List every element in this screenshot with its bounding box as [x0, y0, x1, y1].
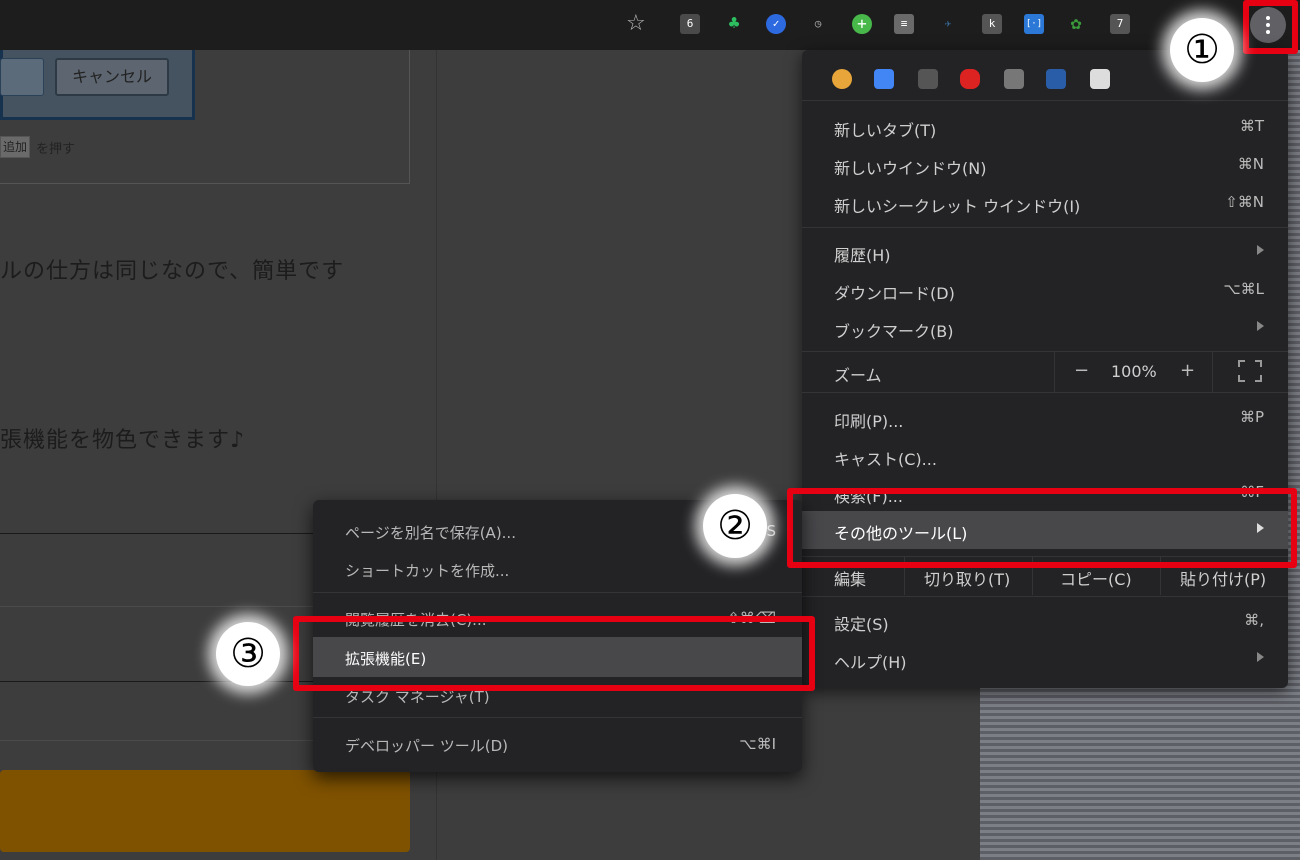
k-icon[interactable]: k: [982, 14, 1002, 34]
zoom-separator: [1212, 352, 1213, 392]
chart-icon[interactable]: [1004, 69, 1024, 89]
bookmark-star-icon[interactable]: ☆: [626, 12, 646, 36]
submenu-arrow-icon: [1257, 321, 1264, 331]
step-2-badge: ②: [703, 494, 767, 558]
submenu-separator: [313, 592, 802, 593]
play-icon[interactable]: [960, 69, 980, 89]
zoom-controls: ズーム − 100% +: [802, 352, 1288, 392]
menu-item-label: 印刷(P)...: [834, 412, 904, 431]
zoom-value: 100%: [1111, 362, 1157, 381]
menu-item-help[interactable]: ヘルプ(H): [802, 640, 1288, 678]
menu-item-cast[interactable]: キャスト(C)...: [802, 437, 1288, 475]
edit-label: 編集: [834, 570, 867, 589]
ext-6-icon[interactable]: 6: [680, 14, 700, 34]
submenu-separator: [313, 717, 802, 718]
step-3-badge: ③: [216, 622, 280, 686]
submenu-item-label: ページを別名で保存(A)...: [345, 524, 516, 542]
article-text-2: 張機能を物色できます♪: [0, 428, 246, 453]
menu-separator: [802, 596, 1288, 597]
menu-item-label: 新しいウインドウ(N): [834, 159, 987, 178]
add-chip: 追加: [0, 136, 30, 158]
menu-item-label: キャスト(C)...: [834, 450, 937, 469]
add-instruction-text: を押す: [36, 142, 76, 157]
browser-toolbar: ☆ 6 ♣ ✓ ◷ + ≡ ✈ k [·] ✿ 7: [0, 0, 1300, 50]
zoom-in-button[interactable]: +: [1180, 360, 1195, 381]
menu-item-new-tab[interactable]: 新しいタブ(T) ⌘T: [802, 108, 1288, 146]
menu-item-shortcut: ⌥⌘L: [1223, 280, 1264, 298]
menu-item-label: 履歴(H): [834, 246, 891, 265]
cancel-button[interactable]: キャンセル: [55, 58, 169, 96]
orange-banner: [0, 770, 410, 852]
submenu-item-shortcut: ⌥⌘I: [739, 735, 776, 753]
google-icon[interactable]: [874, 69, 894, 89]
menu-item-label: 新しいタブ(T): [834, 121, 937, 140]
doc-icon[interactable]: ≡: [894, 14, 914, 34]
menu-item-shortcut: ⌘P: [1239, 408, 1264, 426]
menu-item-bookmarks[interactable]: ブックマーク(B): [802, 309, 1288, 347]
submenu-arrow-icon: [1257, 652, 1264, 662]
menu-item-label: 新しいシークレット ウインドウ(I): [834, 197, 1081, 216]
menu-item-label: ブックマーク(B): [834, 322, 954, 341]
grid-icon[interactable]: [918, 69, 938, 89]
paste-button[interactable]: 貼り付け(P): [1180, 566, 1266, 590]
calendar-icon[interactable]: [1046, 69, 1066, 89]
menu-item-label: ダウンロード(D): [834, 284, 955, 303]
step-1-badge: ①: [1170, 18, 1234, 82]
seven-icon[interactable]: 7: [1110, 14, 1130, 34]
ok-button[interactable]: [0, 58, 44, 96]
plus-icon[interactable]: +: [852, 14, 872, 34]
menu-item-history[interactable]: 履歴(H): [802, 233, 1288, 271]
menu-item-label: 設定(S): [834, 615, 889, 634]
puzzle-icon[interactable]: ✿: [1066, 14, 1086, 34]
article-text-1: ルの仕方は同じなので、簡単です: [0, 259, 345, 284]
menu-item-settings[interactable]: 設定(S) ⌘,: [802, 602, 1288, 640]
zoom-out-button[interactable]: −: [1074, 360, 1089, 381]
menu-item-shortcut: ⌘N: [1237, 155, 1264, 173]
menu-item-label: ヘルプ(H): [834, 653, 907, 672]
fullscreen-icon[interactable]: [1238, 360, 1262, 382]
compass-icon[interactable]: [832, 69, 852, 89]
menu-item-shortcut: ⌘T: [1239, 117, 1264, 135]
submenu-arrow-icon: [1257, 245, 1264, 255]
callout-box-extensions: [293, 616, 815, 691]
menu-item-shortcut: ⌘,: [1244, 611, 1264, 629]
submenu-item-devtools[interactable]: デベロッパー ツール(D) ⌥⌘I: [313, 725, 802, 763]
evernote-icon[interactable]: ♣: [724, 14, 744, 34]
bird-icon[interactable]: ✈: [938, 14, 958, 34]
menu-separator: [802, 227, 1288, 228]
copy-button[interactable]: コピー(C): [1060, 566, 1132, 590]
menu-separator: [802, 100, 1288, 101]
submenu-item-label: デベロッパー ツール(D): [345, 737, 509, 755]
callout-box-menu-button: [1243, 0, 1298, 54]
menu-separator: [802, 392, 1288, 393]
alarm-icon[interactable]: ◷: [808, 14, 828, 34]
check-icon[interactable]: ✓: [766, 14, 786, 34]
menu-item-print[interactable]: 印刷(P)... ⌘P: [802, 399, 1288, 437]
submenu-item-label: ショートカットを作成...: [345, 562, 510, 580]
zoom-label: ズーム: [834, 366, 882, 385]
menu-item-new-window[interactable]: 新しいウインドウ(N) ⌘N: [802, 146, 1288, 184]
callout-box-more-tools: [787, 488, 1297, 568]
zoom-separator: [1054, 352, 1055, 392]
menu-item-shortcut: ⇧⌘N: [1225, 193, 1264, 211]
menu-item-downloads[interactable]: ダウンロード(D) ⌥⌘L: [802, 271, 1288, 309]
cut-button[interactable]: 切り取り(T): [924, 566, 1010, 590]
info-icon[interactable]: [1090, 69, 1110, 89]
menu-item-incognito[interactable]: 新しいシークレット ウインドウ(I) ⇧⌘N: [802, 184, 1288, 222]
bracket-icon[interactable]: [·]: [1024, 14, 1044, 34]
